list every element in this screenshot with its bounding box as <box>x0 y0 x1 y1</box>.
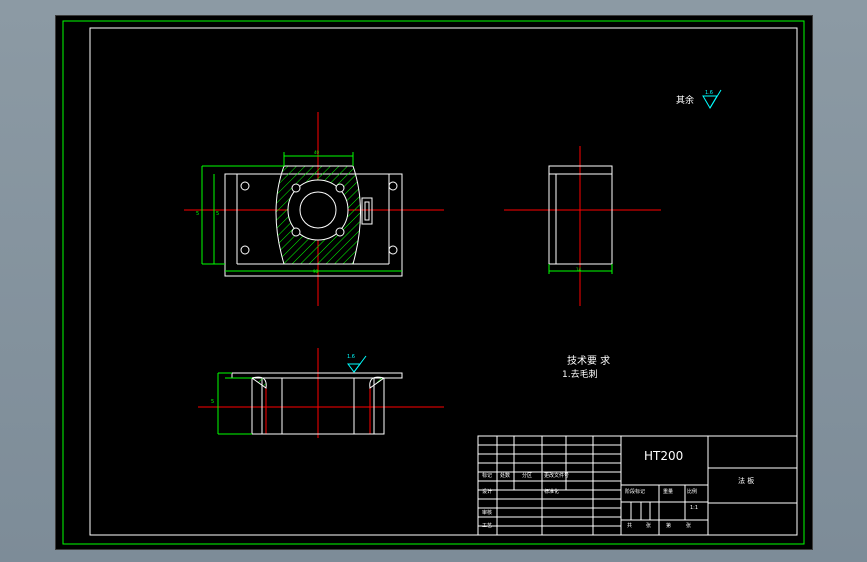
material-label: HT200 <box>644 449 684 463</box>
side-view <box>504 146 661 306</box>
front-view <box>184 112 444 306</box>
row-label-zone: 分区 <box>522 473 533 479</box>
cad-drawing-viewport[interactable]: 其余 1.6 1.6 技术要 求 1.去毛刺 40 98 5 5 14 5 HT… <box>55 15 813 550</box>
sheet-total-label: 共 <box>627 523 633 529</box>
drawing-canvas <box>62 20 805 545</box>
tech-requirement-item: 1.去毛刺 <box>562 370 598 380</box>
sign-label-standard: 标准化 <box>544 489 560 495</box>
section-roughness-value: 1.6 <box>347 354 355 360</box>
row-label-mark: 标记 <box>482 473 493 479</box>
sign-label-design: 设计 <box>482 489 493 495</box>
scale-value: 1:1 <box>690 505 699 511</box>
dim-height-inner: 5 <box>216 211 220 217</box>
stage-label: 阶段标记 <box>625 489 646 495</box>
sign-label-process: 工艺 <box>482 523 493 529</box>
part-name: 法 板 <box>738 477 755 485</box>
dim-top-width: 40 <box>314 150 320 155</box>
tech-requirements-title: 技术要 求 <box>567 356 611 367</box>
dim-height-outer: 5 <box>196 211 200 217</box>
sheet-number-label: 第 <box>666 523 672 529</box>
dim-bottom-width: 98 <box>313 269 319 274</box>
sign-label-review: 审核 <box>482 510 493 516</box>
roughness-note: 其余 <box>676 96 695 106</box>
row-label-count: 处数 <box>500 473 511 479</box>
sheet-unit-label-2: 张 <box>686 523 692 529</box>
dim-section-height: 5 <box>211 399 215 405</box>
weight-label: 重量 <box>663 489 674 495</box>
section-view <box>198 348 444 438</box>
row-label-change: 更改文件号 <box>544 473 570 479</box>
sheet-unit-label: 张 <box>646 523 652 529</box>
dim-side-width: 14 <box>576 267 582 272</box>
scale-label: 比例 <box>687 489 698 495</box>
title-block <box>477 435 798 536</box>
roughness-value: 1.6 <box>705 90 713 96</box>
